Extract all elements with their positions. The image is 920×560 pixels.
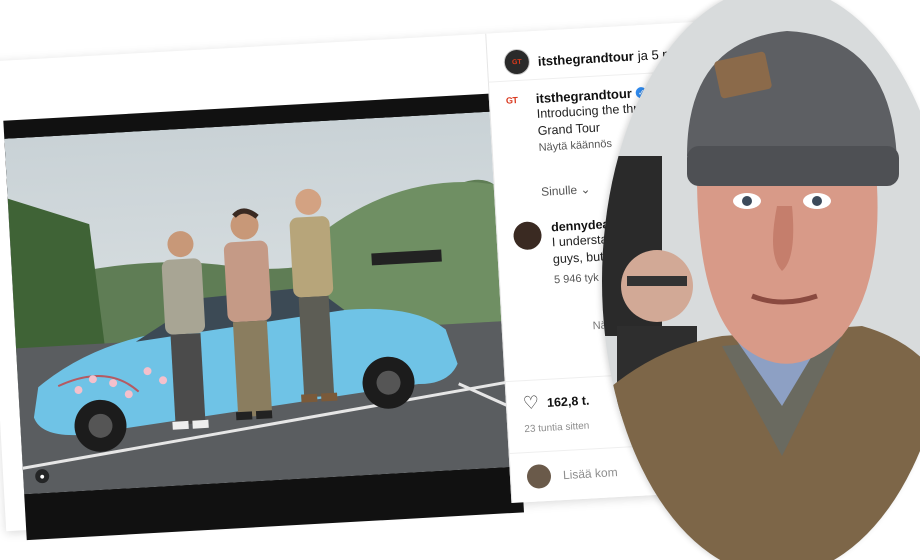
account-avatar[interactable]: GT bbox=[503, 48, 531, 76]
avatar-logo-text: GT bbox=[511, 58, 522, 66]
header-username[interactable]: itsthegrandtour bbox=[537, 48, 634, 68]
caption-logo: GT bbox=[505, 94, 518, 106]
chevron-down-icon: ⌄ bbox=[580, 182, 591, 197]
portrait-illustration bbox=[602, 0, 920, 560]
post-photo-illustration bbox=[4, 110, 522, 495]
my-avatar bbox=[526, 463, 552, 490]
portrait-overlay bbox=[602, 0, 920, 560]
screenshot-stage: ● GT itsthegrandtour ja 5 muuta GT itsth… bbox=[0, 0, 920, 560]
post-photo[interactable]: ● bbox=[4, 110, 522, 495]
sort-label: Sinulle bbox=[540, 182, 578, 199]
post-image-frame: ● bbox=[3, 92, 524, 541]
post-likes-count[interactable]: 162,8 t. bbox=[547, 393, 590, 409]
heart-icon[interactable]: ♡ bbox=[522, 392, 539, 414]
commenter-avatar[interactable] bbox=[512, 220, 543, 251]
add-comment-placeholder[interactable]: Lisää kom bbox=[563, 465, 618, 482]
